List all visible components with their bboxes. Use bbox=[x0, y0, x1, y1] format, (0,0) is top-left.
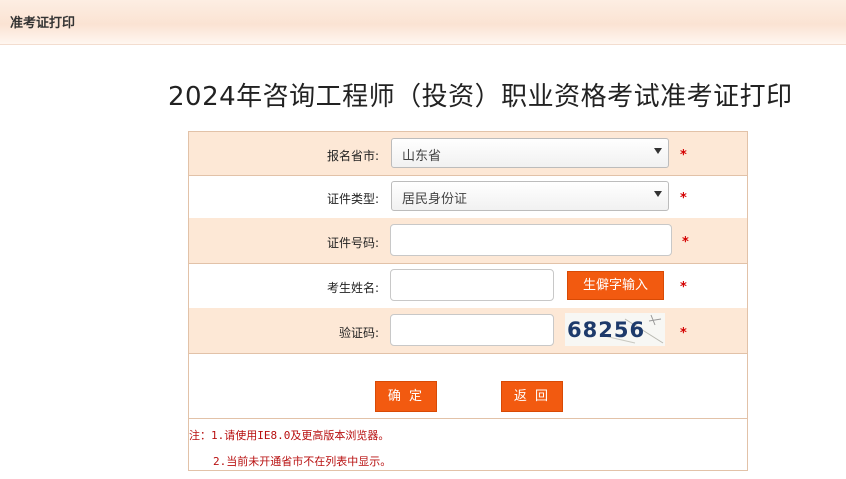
admission-ticket-form: 报名省市: 山东省 * 证件类型: 居民身份证 * 证件号码: * 考生姓名: … bbox=[188, 131, 748, 471]
captcha-image[interactable]: 68256 bbox=[565, 313, 665, 346]
captcha-label: 验证码: bbox=[338, 326, 379, 340]
required-mark: * bbox=[682, 235, 689, 250]
form-row-province: 报名省市: 山东省 * bbox=[189, 132, 747, 176]
id-type-label: 证件类型: bbox=[326, 192, 379, 206]
form-row-name: 考生姓名: 生僻字输入 * bbox=[189, 263, 747, 309]
form-actions-row: 确 定 返 回 bbox=[189, 353, 747, 419]
top-header-bar: 准考证打印 bbox=[0, 0, 846, 45]
required-mark: * bbox=[680, 191, 687, 206]
form-row-id-number: 证件号码: * bbox=[189, 218, 747, 264]
page-title: 2024年咨询工程师（投资）职业资格考试准考证打印 bbox=[168, 82, 793, 112]
form-row-id-type: 证件类型: 居民身份证 * bbox=[189, 175, 747, 219]
confirm-button[interactable]: 确 定 bbox=[375, 381, 437, 412]
note-line-1: 注：1.请使用IE8.0及更高版本浏览器。 bbox=[189, 429, 390, 442]
id-type-select[interactable]: 居民身份证 bbox=[391, 181, 669, 211]
id-number-label: 证件号码: bbox=[326, 236, 379, 250]
captcha-text: 68256 bbox=[567, 318, 645, 342]
chevron-down-icon bbox=[654, 148, 662, 154]
required-mark: * bbox=[680, 326, 687, 341]
captcha-input[interactable] bbox=[390, 314, 554, 346]
note-line-2: 2.当前未开通省市不在列表中显示。 bbox=[213, 455, 392, 468]
name-input[interactable] bbox=[390, 269, 554, 301]
id-type-selected-value: 居民身份证 bbox=[402, 192, 468, 207]
required-mark: * bbox=[680, 280, 687, 295]
name-label: 考生姓名: bbox=[326, 281, 379, 295]
form-row-captcha: 验证码: 68256 * bbox=[189, 308, 747, 354]
province-select[interactable]: 山东省 bbox=[391, 138, 669, 168]
rare-char-input-button[interactable]: 生僻字输入 bbox=[567, 271, 664, 300]
chevron-down-icon bbox=[654, 191, 662, 197]
province-selected-value: 山东省 bbox=[402, 149, 442, 164]
back-button[interactable]: 返 回 bbox=[501, 381, 563, 412]
province-label: 报名省市: bbox=[326, 149, 379, 163]
header-title: 准考证打印 bbox=[10, 16, 76, 31]
id-number-input[interactable] bbox=[390, 224, 672, 256]
required-mark: * bbox=[680, 148, 687, 163]
